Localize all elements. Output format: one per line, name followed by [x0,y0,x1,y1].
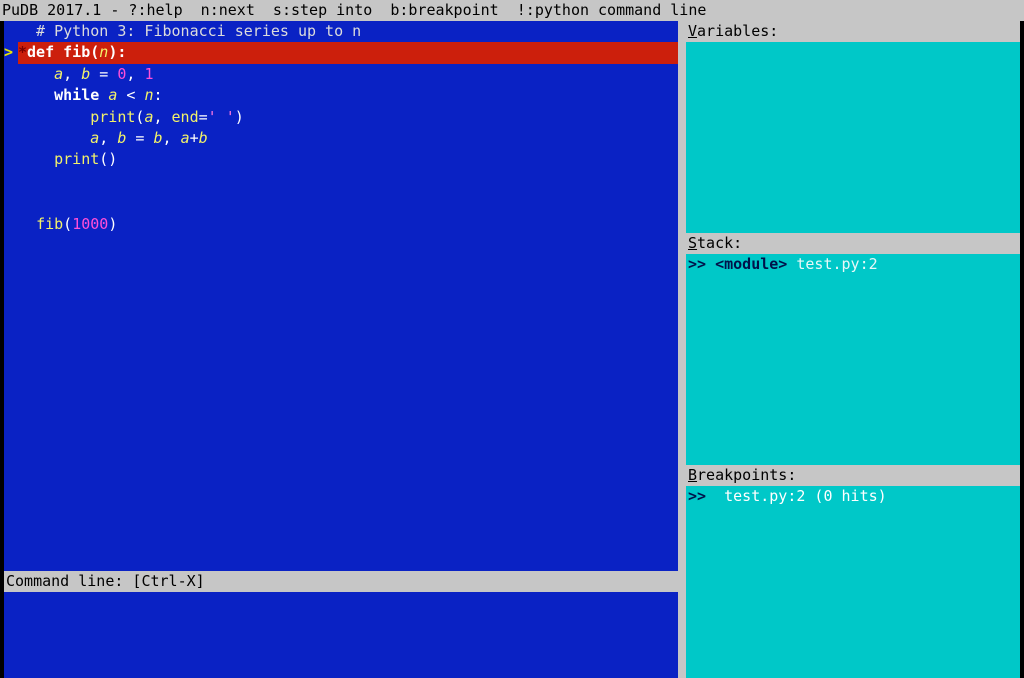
command-line-header: Command line: [Ctrl-X] [4,571,678,592]
code-token-op: ) [108,214,118,233]
code-token-ident: b [81,64,91,83]
code-token-op: () [99,150,118,169]
code-token-op: ) [234,107,244,126]
stack-title-rest: tack: [697,234,743,252]
breakpoint-row-label: test.py:2 (0 hits) [724,487,887,505]
source-line[interactable]: a, b = b, a+b [4,128,678,149]
source-line[interactable]: a, b = 0, 1 [4,64,678,85]
variables-title-rest: ariables: [697,22,779,40]
source-line[interactable] [4,171,678,192]
breakpoint-row[interactable]: >> test.py:2 (0 hits) [686,486,1020,507]
code-token-fn: fib [63,43,91,62]
source-line-gutter: > [4,42,18,64]
variables-header: Variables: [686,21,1020,42]
code-token-comment: # Python 3: Fibonacci series up to n [18,22,362,40]
code-token-num: 1 [144,64,154,83]
code-token-op: = [126,128,154,147]
source-line[interactable]: print() [4,149,678,170]
vertical-scrollbar-divider[interactable] [678,21,686,678]
code-token-num: 1000 [72,214,109,233]
source-line[interactable]: fib(1000) [4,214,678,235]
source-line[interactable]: while a < n: [4,85,678,106]
source-line-gutter [4,107,18,128]
source-line[interactable]: # Python 3: Fibonacci series up to n [4,21,678,42]
source-line-gutter [4,85,18,106]
code-token-ident: n [99,43,109,62]
code-token-op: + [189,128,199,147]
breakpoints-title-rest: reakpoints: [697,466,797,484]
breakpoints-hotkey: B [688,466,698,484]
code-token-op: , [126,64,145,83]
code-token-op: < [117,86,145,105]
variables-pane[interactable] [686,42,1020,233]
code-token-ident: a [54,64,64,83]
breakpoint-marker-icon[interactable]: * [18,43,27,61]
code-token-ident: a [90,128,100,147]
code-token-op: : [153,86,163,105]
code-token-op: ): [108,43,127,62]
code-token-fn: print [90,107,136,126]
code-token-ident: b [198,128,208,147]
breakpoint-row-marker: >> [688,487,725,505]
code-token-ident: a [180,128,190,147]
source-line-gutter [4,214,18,235]
code-token-kw: def [27,43,55,62]
source-line[interactable]: print(a, end=' ') [4,107,678,128]
code-token-op: = [198,107,208,126]
command-line-footer: >>> < Clear > [4,656,678,678]
source-line-gutter [4,21,18,42]
titlebar: PuDB 2017.1 - ?:help n:next s:step into … [0,0,1024,21]
source-line-gutter [4,171,18,192]
source-line-gutter [4,149,18,170]
variables-hotkey: V [688,22,698,40]
code-token-op: , [153,107,172,126]
code-token-op: , [162,128,181,147]
pudb-terminal-screen: PuDB 2017.1 - ?:help n:next s:step into … [0,0,1024,678]
source-line[interactable] [4,192,678,213]
code-token-op: = [90,64,118,83]
code-token-ident: a [108,86,118,105]
stack-frame-row[interactable]: >> <module> test.py:2 [686,254,1020,275]
breakpoints-header: Breakpoints: [686,465,1020,486]
code-token-fn: fib [36,214,64,233]
code-token-op: , [63,64,82,83]
code-token-ident: b [153,128,163,147]
source-line-gutter [4,192,18,213]
code-token-op: , [99,128,118,147]
code-token-str: ' ' [207,107,235,126]
source-line-gutter [4,128,18,149]
command-line-output-pane[interactable]: >>> < Clear > [4,592,678,678]
code-token-fn: print [54,150,100,169]
source-line-current[interactable]: > *def fib(n): [4,42,678,64]
source-line-gutter [4,64,18,85]
stack-frame-name: <module> [715,255,797,273]
breakpoints-pane[interactable]: >> test.py:2 (0 hits) [686,486,1020,678]
stack-frame-location: test.py:2 [796,255,878,273]
stack-header: Stack: [686,233,1020,254]
stack-current-frame-marker: >> [688,255,716,273]
code-token-kw: while [54,86,100,105]
code-token-fn: end [171,107,199,126]
code-token-op: ( [63,214,73,233]
stack-pane[interactable]: >> <module> test.py:2 [686,254,1020,465]
stack-hotkey: S [688,234,698,252]
source-code-pane[interactable]: # Python 3: Fibonacci series up to n > *de… [4,21,678,571]
code-token-op: ( [90,43,100,62]
